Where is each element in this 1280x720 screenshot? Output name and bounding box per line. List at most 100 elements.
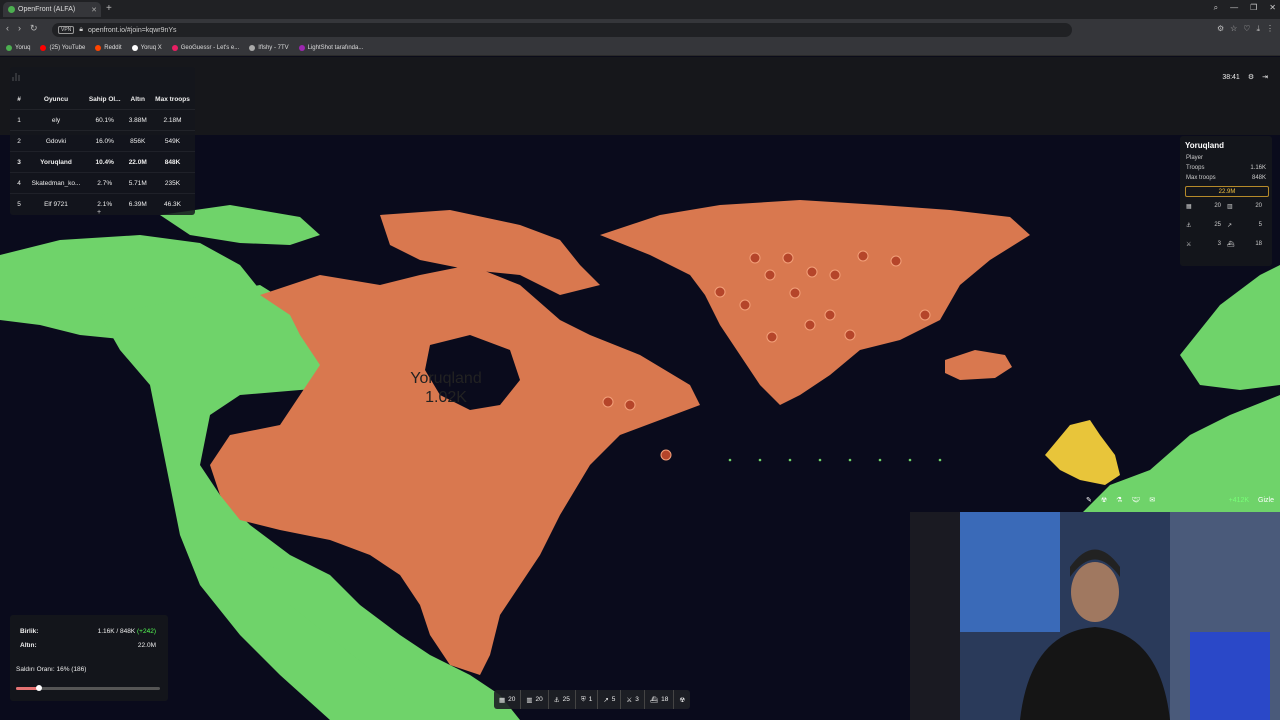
owned-percent: 10.4% xyxy=(84,151,126,173)
chat-icon[interactable]: ✉ xyxy=(1149,496,1155,504)
bookmark-item[interactable]: Yoruq xyxy=(6,45,30,51)
units-value: 1.16K / 848K (+242) xyxy=(97,628,156,635)
forward-icon[interactable]: › xyxy=(18,23,21,34)
build-port-button[interactable]: ⚓︎ 25 xyxy=(549,690,576,709)
close-tab-icon[interactable]: ✕ xyxy=(91,6,97,14)
city-marker xyxy=(804,319,816,331)
search-tabs-icon[interactable]: ⌕ xyxy=(1214,3,1218,13)
ship-dot xyxy=(938,458,942,462)
max-troops: 46.3K xyxy=(150,193,195,214)
url-field[interactable]: VPN 🔒︎ openfront.io/#join=kqwr9nYs xyxy=(52,23,1072,37)
heart-icon[interactable]: ♡ xyxy=(1243,24,1250,34)
anchor-icon: ⚓︎ xyxy=(1186,223,1192,229)
address-bar-row: ‹ › ↻ VPN 🔒︎ openfront.io/#join=kqwr9nYs… xyxy=(0,19,1280,41)
minimize-icon[interactable]: — xyxy=(1230,3,1238,13)
handshake-icon[interactable]: 🤝︎ xyxy=(1131,496,1140,504)
build-factory-button[interactable]: ▥ 20 xyxy=(521,690,549,709)
city-marker xyxy=(844,329,856,341)
bookmark-item[interactable]: GeoGuessr - Let's e... xyxy=(171,45,239,51)
bookmark-item[interactable]: Iflshy - 7TV xyxy=(249,45,289,51)
city-marker xyxy=(857,250,869,262)
col-max-troops[interactable]: Max troops xyxy=(150,89,195,110)
build-toolbar: ▦ 20 ▥ 20 ⚓︎ 25 ⛨ 1 ↗ 5 ⚔︎ 3 ⛴︎ 18 ☢ xyxy=(494,690,691,709)
attack-ratio-slider[interactable] xyxy=(16,685,160,691)
build-warship-button[interactable]: ⛴︎ 18 xyxy=(645,690,675,709)
download-icon[interactable]: ⤓ xyxy=(1256,24,1260,34)
nuke-button[interactable]: ☢ xyxy=(674,690,690,709)
new-tab-icon[interactable]: + xyxy=(106,3,112,14)
player-name: Gdovki xyxy=(28,130,84,152)
maximize-icon[interactable]: ❐ xyxy=(1250,3,1257,13)
max-troops: 2.18M xyxy=(150,109,195,131)
build-city-button[interactable]: ▦ 20 xyxy=(494,690,522,709)
build-defense-button[interactable]: ⛨ 1 xyxy=(576,690,599,709)
hide-button[interactable]: Gizle xyxy=(1258,497,1274,504)
bookmark-item[interactable]: Yoruq X xyxy=(131,45,162,51)
ship-dot xyxy=(788,458,792,462)
missile-icon: ↗ xyxy=(603,696,609,704)
leaderboard-row[interactable]: 5 Elf 9721 2.1% 6.39M 46.3K xyxy=(10,193,195,214)
city-marker xyxy=(919,309,931,321)
col-gold[interactable]: Altın xyxy=(125,89,150,110)
leaderboard-row[interactable]: 2 Gdovki 16.0% 856K 549K xyxy=(10,130,195,152)
bookmark-item[interactable]: LightShot tarafında... xyxy=(298,45,363,51)
build-silo-button[interactable]: ⚔︎ 3 xyxy=(621,690,645,709)
max-troops: 848K xyxy=(150,151,195,173)
city-marker xyxy=(806,266,818,278)
col-player[interactable]: Oyuncu xyxy=(28,89,84,110)
col-owned[interactable]: Sahip Ol... xyxy=(84,89,125,110)
tab-title: OpenFront (ALFA) xyxy=(18,6,76,13)
leaderboard-row[interactable]: 4 Skatedman_ko... 2.7% 5.71M 235K xyxy=(10,172,195,194)
warship-icon: ⛴︎ xyxy=(1227,242,1235,248)
attack-ratio-label: Saldırı Oranı: 16% (186) xyxy=(16,666,87,673)
7tv-icon xyxy=(249,45,256,51)
warship-count: ⛴︎ 18 xyxy=(1227,241,1262,248)
buildings-grid: ▦ 20 ▥ 20 ⚓︎ 25 ↗ 5 ⚔︎ 3 ⛴︎ 18 xyxy=(1186,203,1268,248)
pencil-icon[interactable]: ✎ xyxy=(1086,496,1092,504)
silo-icon: ⚔︎ xyxy=(1186,242,1192,248)
exit-icon[interactable]: ⇥ xyxy=(1262,73,1268,81)
territory-label: Yoruqland 1.02K xyxy=(390,369,502,407)
max-troops-row: Max troops 848K xyxy=(1186,175,1266,181)
bookmark-star-icon[interactable]: ☆ xyxy=(1230,24,1237,34)
reload-icon[interactable]: ↻ xyxy=(30,23,38,34)
gold: 5.71M xyxy=(125,172,151,194)
city-marker xyxy=(660,449,672,461)
ship-dot xyxy=(818,458,822,462)
player-name: ely xyxy=(28,109,84,131)
owned-percent: 16.0% xyxy=(84,130,126,152)
vpn-badge[interactable]: VPN xyxy=(58,26,75,34)
lightshot-icon xyxy=(298,45,305,51)
bookmark-item[interactable]: Reddit xyxy=(95,45,122,51)
units-label: Birlik: xyxy=(20,628,39,635)
city-marker xyxy=(739,299,751,311)
bookmark-item[interactable]: (25) YouTube xyxy=(40,45,85,51)
expand-leaderboard-button[interactable]: + xyxy=(97,209,101,216)
close-window-icon[interactable]: ✕ xyxy=(1269,3,1276,13)
nuke-icon: ☢ xyxy=(679,696,686,704)
player-name: Skatedman_ko... xyxy=(28,172,84,194)
leaderboard-row-self[interactable]: 3 Yoruqland 10.4% 22.0M 848K xyxy=(10,151,195,173)
reddit-icon xyxy=(95,45,102,51)
build-missile-button[interactable]: ↗ 5 xyxy=(598,690,622,709)
browser-tab[interactable]: OpenFront (ALFA) ✕ xyxy=(3,2,101,17)
city-icon: ▦ xyxy=(499,696,506,704)
col-rank[interactable]: # xyxy=(10,89,28,110)
settings-gear-icon[interactable]: ⚙ xyxy=(1248,73,1254,81)
menu-icon[interactable]: ⋮ xyxy=(1266,24,1274,34)
stats-panel: Birlik: 1.16K / 848K (+242) Altın: 22.0M… xyxy=(10,615,168,701)
territory-name: Yoruqland xyxy=(410,370,482,387)
gold: 6.39M xyxy=(125,193,151,214)
rank: 3 xyxy=(10,151,28,173)
extension-icon[interactable]: ⚙ xyxy=(1217,24,1224,34)
factory-icon: ▥ xyxy=(526,696,533,704)
anchor-icon: ⚓︎ xyxy=(553,696,560,704)
back-icon[interactable]: ‹ xyxy=(6,23,9,34)
flask-icon[interactable]: ⚗ xyxy=(1116,496,1122,504)
leaderboard-row[interactable]: 1 ely 60.1% 3.88M 2.18M xyxy=(10,109,195,131)
webcam-blue-light xyxy=(960,512,1060,632)
rank: 1 xyxy=(10,109,28,131)
nuke-icon[interactable]: ☢ xyxy=(1101,496,1107,504)
attack-ratio-handle[interactable] xyxy=(36,685,43,691)
owned-percent: 60.1% xyxy=(84,109,126,131)
